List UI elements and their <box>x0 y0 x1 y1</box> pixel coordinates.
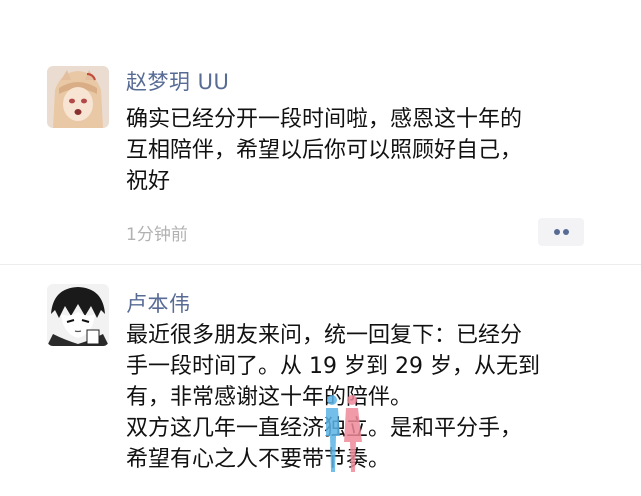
post-text-line: 手一段时间了。从 19 岁到 29 岁，从无到 <box>126 354 540 379</box>
author-name[interactable]: 赵梦玥 UU <box>126 66 229 96</box>
dot <box>563 229 569 235</box>
post-text-line: 希望有心之人不要带节奏。 <box>126 447 391 472</box>
anime-boy-avatar-icon <box>47 284 109 346</box>
post-text: 确实已经分开一段时间啦，感恩这十年的 互相陪伴，希望以后你可以照顾好自己， 祝好 <box>126 104 596 197</box>
post-text: 最近很多朋友来问，统一回复下：已经分 手一段时间了。从 19 岁到 29 岁，从… <box>126 320 596 475</box>
avatar[interactable] <box>47 284 109 346</box>
post-text-line: 有，非常感谢这十年的陪伴。 <box>126 385 413 410</box>
post-text-line: 双方这几年一直经济独立。是和平分手， <box>126 416 523 441</box>
post-text-line: 互相陪伴，希望以后你可以照顾好自己， <box>126 138 523 163</box>
avatar[interactable] <box>47 66 109 128</box>
anime-girl-avatar-icon <box>47 66 109 128</box>
post-text-line: 确实已经分开一段时间啦，感恩这十年的 <box>126 107 523 132</box>
dot <box>554 229 560 235</box>
post-text-line: 最近很多朋友来问，统一回复下：已经分 <box>126 323 523 348</box>
more-dots-icon[interactable] <box>538 218 584 246</box>
author-name[interactable]: 卢本伟 <box>126 288 191 318</box>
moment-post: 卢本伟 最近很多朋友来问，统一回复下：已经分 手一段时间了。从 19 岁到 29… <box>0 262 641 496</box>
moment-post: 赵梦玥 UU 确实已经分开一段时间啦，感恩这十年的 互相陪伴，希望以后你可以照顾… <box>0 0 641 262</box>
post-time: 1分钟前 <box>126 225 188 245</box>
post-text-line: 祝好 <box>126 169 171 194</box>
